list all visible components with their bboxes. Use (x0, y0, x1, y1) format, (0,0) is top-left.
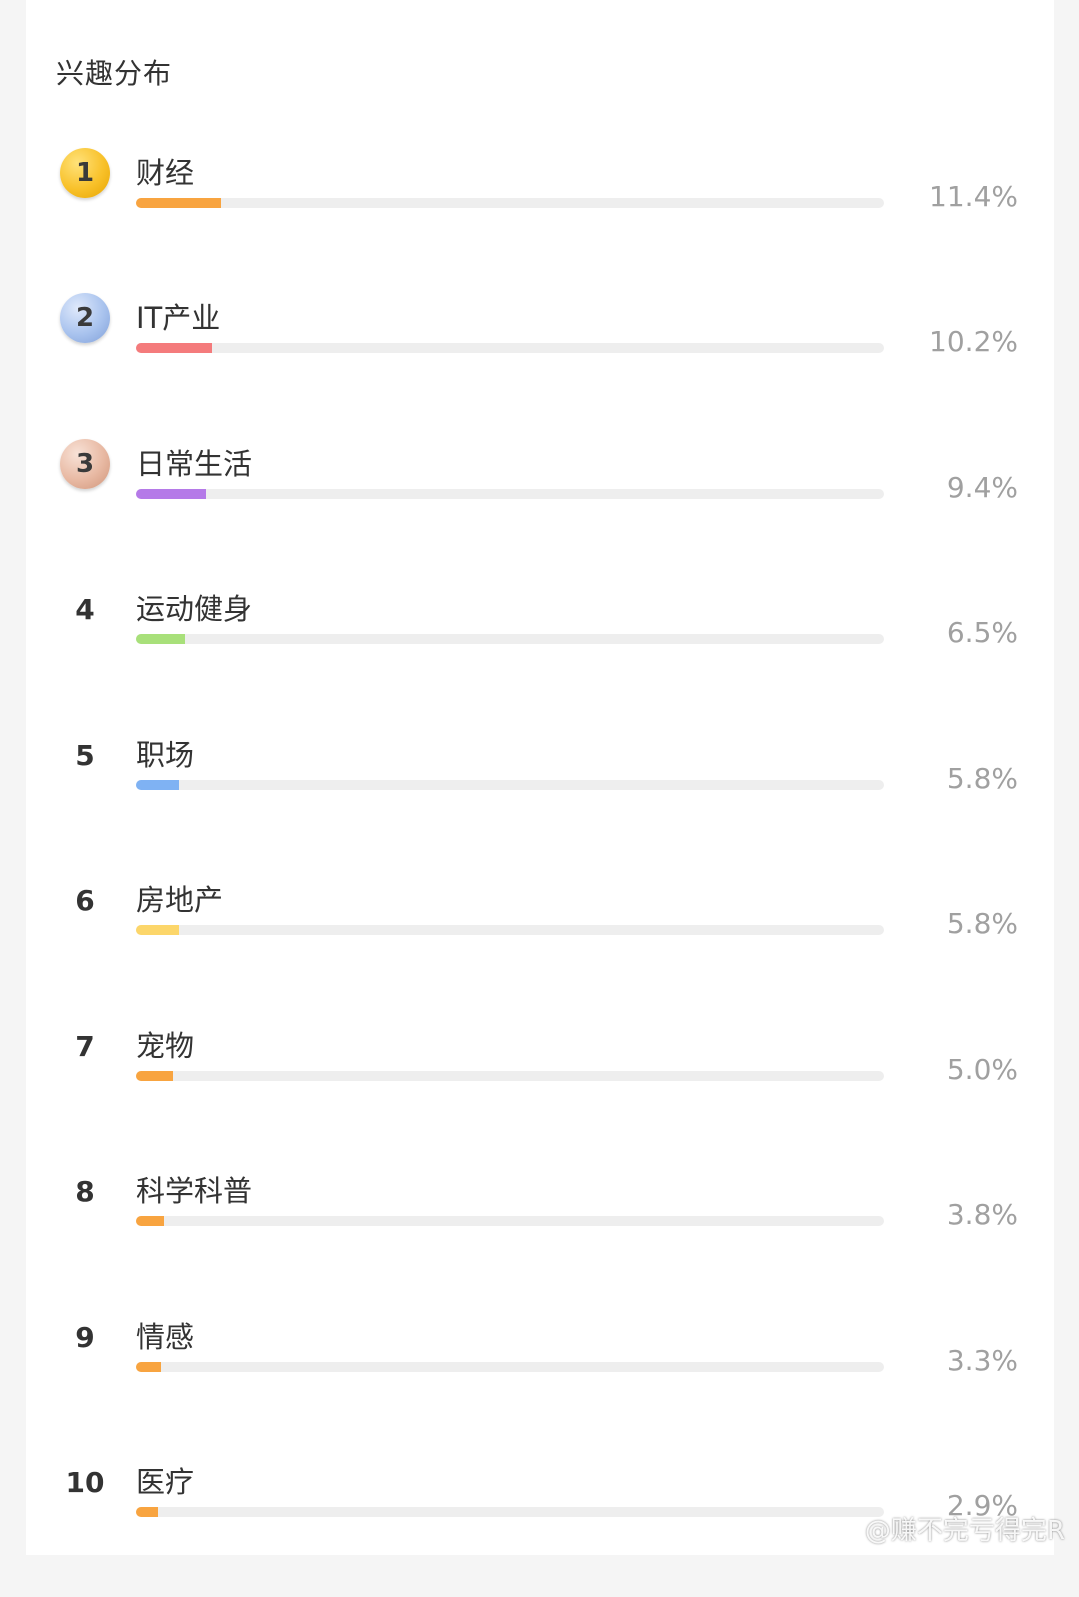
interest-row: 6 房地产 5.8% (0, 875, 1079, 1015)
watermark: @赚不完亏得完R (823, 1510, 1065, 1547)
progress-fill (136, 1071, 174, 1081)
interest-label: 职场 (136, 738, 195, 772)
progress-fill (136, 198, 222, 208)
rank-number: 7 (75, 1029, 95, 1063)
interest-label: 医疗 (136, 1465, 195, 1499)
rank-number: 10 (65, 1465, 105, 1499)
progress-track (136, 489, 884, 499)
progress-fill (136, 780, 180, 790)
weibo-icon (823, 1516, 858, 1543)
interest-label: IT产业 (136, 301, 221, 335)
percent-value: 11.4% (929, 180, 1018, 213)
progress-fill (136, 1216, 165, 1226)
rank-number: 5 (75, 738, 95, 772)
interest-label: 科学科普 (136, 1174, 253, 1208)
interest-label: 情感 (136, 1320, 195, 1354)
interest-row: 3 日常生活 9.4% (0, 439, 1079, 579)
progress-track (136, 1362, 884, 1372)
progress-track (136, 1216, 884, 1226)
rank-number: 8 (75, 1174, 95, 1208)
rank-number: 4 (75, 592, 95, 626)
progress-fill (136, 489, 207, 499)
interest-row: 9 情感 3.3% (0, 1312, 1079, 1452)
interest-row: 7 宠物 5.0% (0, 1021, 1079, 1161)
percent-value: 6.5% (946, 616, 1018, 649)
interest-row: 5 职场 5.8% (0, 730, 1079, 870)
rank-number: 6 (75, 883, 95, 917)
percent-value: 5.8% (946, 907, 1018, 940)
percent-value: 3.3% (946, 1344, 1018, 1377)
interest-row: 2 IT产业 10.2% (0, 293, 1079, 433)
progress-track (136, 198, 884, 208)
gold-medal-rank-badge: 1 (60, 148, 110, 198)
interest-row: 4 运动健身 6.5% (0, 584, 1079, 724)
percent-value: 3.8% (946, 1198, 1018, 1231)
progress-track (136, 343, 884, 353)
progress-fill (136, 925, 180, 935)
percent-value: 5.0% (946, 1053, 1018, 1086)
interest-row: 8 科学科普 3.8% (0, 1166, 1079, 1306)
progress-fill (136, 634, 185, 644)
bronze-medal-rank-badge: 3 (60, 439, 110, 489)
interest-label: 宠物 (136, 1029, 195, 1063)
progress-track (136, 780, 884, 790)
percent-value: 9.4% (946, 471, 1018, 504)
interest-label: 财经 (136, 156, 195, 190)
progress-fill (136, 1362, 161, 1372)
progress-fill (136, 1507, 158, 1517)
progress-fill (136, 343, 213, 353)
silver-medal-rank-badge: 2 (60, 293, 110, 343)
progress-track (136, 1071, 884, 1081)
interest-label: 运动健身 (136, 592, 253, 626)
interest-label: 房地产 (136, 883, 224, 917)
rank-number: 9 (75, 1320, 95, 1354)
watermark-text: @赚不完亏得完R (864, 1516, 1065, 1546)
progress-track (136, 925, 884, 935)
percent-value: 10.2% (929, 325, 1018, 358)
interest-row: 1 财经 11.4% (0, 148, 1079, 288)
progress-track (136, 1507, 884, 1517)
percent-value: 5.8% (946, 762, 1018, 795)
progress-track (136, 634, 884, 644)
section-title: 兴趣分布 (56, 57, 173, 90)
interest-label: 日常生活 (136, 447, 253, 481)
